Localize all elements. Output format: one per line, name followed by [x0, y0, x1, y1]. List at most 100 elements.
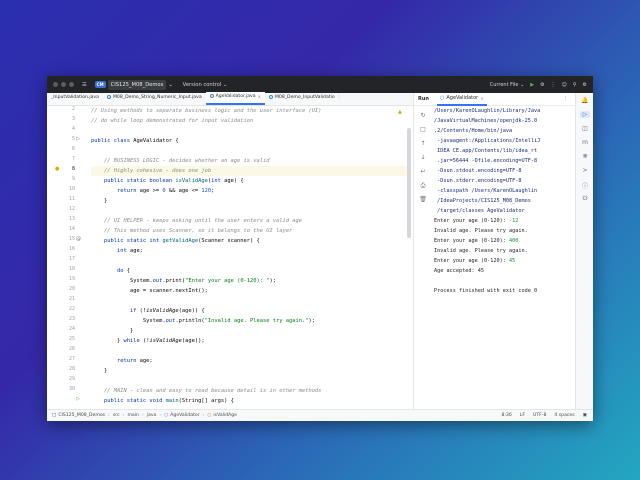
tab-string-numeric-input[interactable]: M08_Demo_String_Numeric_Input.java [103, 92, 206, 105]
user-icon[interactable]: ☺ [562, 82, 567, 88]
run-config-selector[interactable]: Current File ⌄ [490, 82, 525, 88]
cursor-position[interactable]: 8:36 [501, 413, 511, 418]
console-line: IDEA CE.app/Contents/lib/idea_rt [434, 148, 538, 154]
code-line: } while (!isValidAge(age)); [91, 336, 407, 346]
java-class-icon [106, 95, 111, 99]
clear-icon[interactable]: 🗑 [418, 196, 428, 203]
gradle-icon[interactable]: m [580, 139, 590, 146]
maximize-window-button[interactable] [69, 82, 74, 87]
console-line: /target/classes AgeValidator [434, 208, 525, 214]
notifications-icon[interactable]: 🔔 [580, 97, 590, 104]
scroll-down-icon[interactable]: ↓ [418, 154, 428, 161]
stop-icon[interactable]: □ [418, 126, 428, 133]
version-control-menu[interactable]: Version control ⌄ [183, 82, 228, 88]
code-text: (String[] args) { [178, 398, 234, 404]
project-name: CIS125_M08_Demos [107, 79, 167, 90]
code-text: System. [91, 318, 166, 324]
editor-scrollbar[interactable] [407, 128, 411, 238]
more-tabs-icon[interactable]: ⋮ [337, 95, 342, 100]
run-panel-header: Run ○ AgeValidator ✕ ⋮ [414, 93, 593, 106]
run-tool-icon[interactable]: ▷ [580, 111, 590, 118]
code-text: (Scanner scanner) { [198, 238, 260, 244]
run-icon[interactable]: ▶ [530, 82, 534, 88]
breadcrumb-item[interactable]: isValidAge [213, 413, 237, 418]
console-output[interactable]: /Users/KarenOLaughlin/Library/Java /Java… [434, 106, 574, 409]
console-prompt: Enter your age (0-120): [434, 238, 509, 244]
more-options-icon[interactable]: ⋮ [563, 96, 568, 102]
string-literal: "Invalid age. Please try again." [204, 318, 309, 324]
close-tab-icon[interactable]: ✕ [258, 94, 261, 99]
code-text: && age <= [165, 188, 202, 194]
git-icon[interactable]: ☋ [580, 195, 590, 202]
breadcrumb-separator: › [122, 413, 125, 418]
soft-wrap-icon[interactable]: ↩ [418, 168, 428, 175]
more-icon[interactable]: ⋮ [551, 82, 556, 88]
breadcrumb-item[interactable]: main [127, 413, 138, 418]
project-selector[interactable]: CM CIS125_M08_Demos ⌄ [94, 79, 173, 90]
console-line: -Dsun.stderr.encoding=UTF-8 [434, 178, 522, 184]
method-call: isValidAge [146, 308, 179, 314]
ai-assistant-icon[interactable]: ❋ [580, 153, 590, 160]
run-main-icon[interactable]: ▷ [76, 396, 80, 402]
terminal-icon[interactable]: > [580, 167, 590, 174]
code-text: age >= [136, 188, 163, 194]
breadcrumb-separator: › [159, 413, 162, 418]
tab-input-validation[interactable]: _InputValidation.java [47, 92, 103, 105]
line-separator[interactable]: LF [520, 413, 525, 418]
string-literal: "Enter your age (0-120): " [185, 278, 270, 284]
code-line: // do while loop demonstrated for input … [91, 116, 407, 126]
comment: // Highly cohesive - does one job [91, 168, 212, 174]
indent-setting[interactable]: 4 spaces [554, 413, 574, 418]
warning-icon[interactable]: ▲ [398, 109, 402, 115]
line-number: 12 [68, 206, 75, 212]
close-tab-icon[interactable]: ✕ [480, 96, 483, 101]
rerun-icon[interactable]: ↻ [418, 112, 428, 119]
minimize-window-button[interactable] [61, 82, 66, 87]
line-number: 21 [68, 296, 75, 302]
debug-icon[interactable]: ⚙ [540, 82, 544, 88]
field-name: out [165, 318, 176, 324]
method-usage-icon[interactable]: @ [76, 236, 81, 242]
line-number: 11 [68, 196, 75, 202]
project-icon: □ [52, 413, 57, 418]
bulb-icon[interactable]: ● [55, 166, 63, 172]
java-class-icon: ○ [439, 95, 445, 101]
breadcrumb-item[interactable]: java [147, 413, 157, 418]
search-icon[interactable]: ⚲ [573, 82, 577, 88]
code-line: int age; [91, 246, 407, 256]
console-line: .2/Contents/Home/bin/java [434, 128, 513, 134]
tab-label: M08_Demo_String_Numeric_Input.java [112, 94, 202, 100]
code-editor[interactable]: // Using methods to separate business lo… [91, 106, 407, 409]
print-icon[interactable]: ⎙ [418, 182, 428, 190]
tab-input-validation-demo[interactable]: M08_Demo_InputValidatio ⋮ [265, 92, 345, 105]
project-badge: CM [94, 81, 106, 88]
keyword: if [91, 308, 137, 314]
file-encoding[interactable]: UTF-8 [533, 413, 546, 418]
java-class-icon [268, 95, 273, 99]
tab-label: _InputValidation.java [51, 94, 99, 100]
code-text: } [91, 338, 124, 344]
tab-age-validator[interactable]: AgeValidator.java ✕ [205, 92, 265, 105]
window-controls [53, 82, 74, 87]
tab-label: AgeValidator.java [215, 93, 256, 99]
breadcrumb-separator: › [108, 413, 110, 418]
breadcrumb-item[interactable]: CIS125_M08_Demos [58, 413, 105, 418]
scroll-up-icon[interactable]: ↑ [418, 140, 428, 147]
close-window-button[interactable] [53, 82, 58, 87]
code-text: System. [91, 278, 153, 284]
run-panel: Run ○ AgeValidator ✕ ⋮ ↻ □ ↑ ↓ ↩ ⎙ 🗑 /Us… [413, 93, 593, 409]
breadcrumb-item[interactable]: AgeValidator [170, 413, 199, 418]
breadcrumb-item[interactable]: src [113, 413, 120, 418]
database-icon[interactable]: ◫ [580, 125, 590, 132]
console-prompt: Enter your age (0-120): [434, 218, 509, 224]
problems-icon[interactable]: ⓘ [580, 181, 590, 190]
field-name: out [152, 278, 163, 284]
code-line-current: // Highly cohesive - does one job [91, 166, 407, 176]
code-line: // BUSINESS LOGIC - decides whether an a… [91, 156, 407, 166]
run-class-icon[interactable]: ▷ [76, 136, 80, 142]
run-tab-age-validator[interactable]: ○ AgeValidator ✕ [436, 93, 487, 106]
version-control-label: Version control [182, 81, 222, 88]
lock-icon[interactable]: ▣ [583, 413, 587, 418]
main-menu-icon[interactable]: ☰ [82, 82, 87, 88]
settings-icon[interactable]: ⚙ [583, 82, 587, 88]
